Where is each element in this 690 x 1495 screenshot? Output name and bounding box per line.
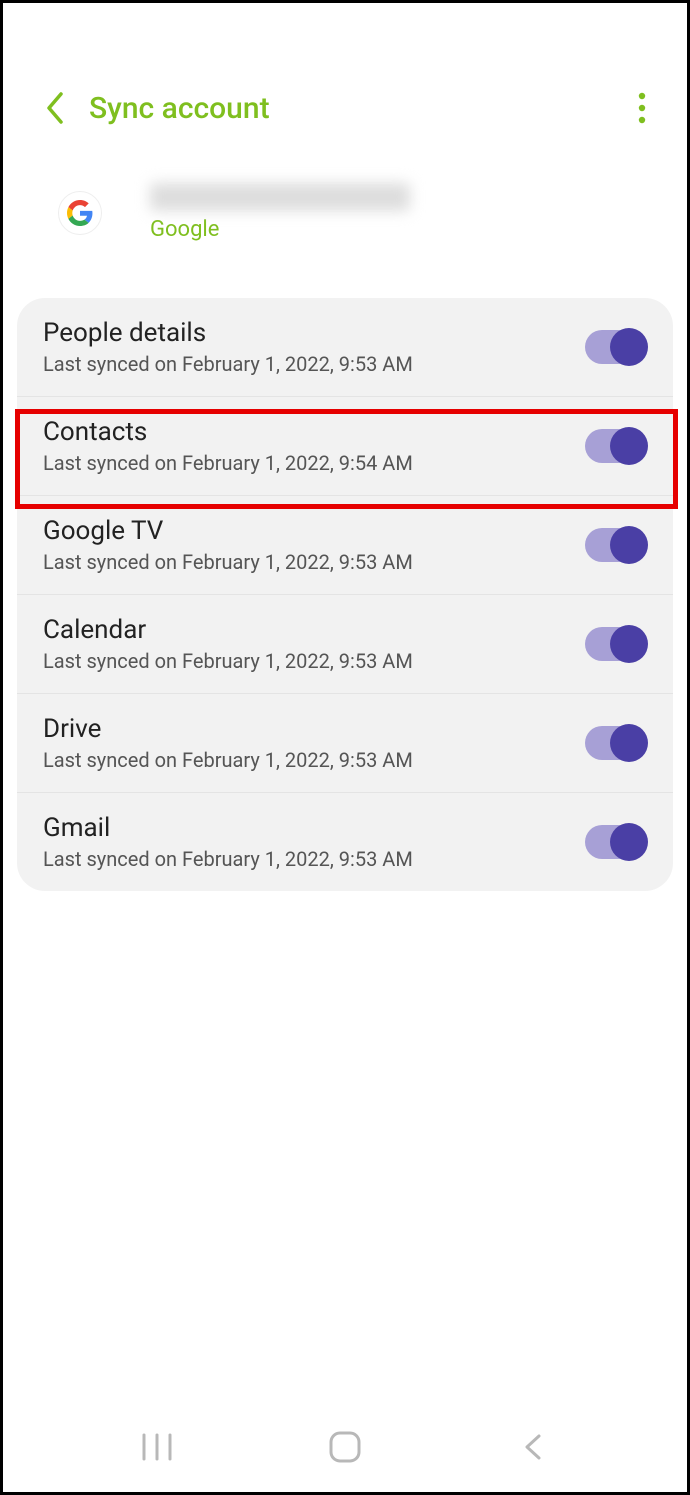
sync-item-google-tv[interactable]: Google TV Last synced on February 1, 202… [17, 496, 673, 595]
sync-item-title: Google TV [43, 516, 585, 546]
toggle-switch[interactable] [585, 429, 647, 463]
sync-item-gmail[interactable]: Gmail Last synced on February 1, 2022, 9… [17, 793, 673, 891]
sync-item-title: People details [43, 318, 585, 348]
sync-item-contacts[interactable]: Contacts Last synced on February 1, 2022… [17, 397, 673, 496]
google-logo-icon [58, 191, 102, 235]
sync-list: People details Last synced on February 1… [17, 298, 673, 891]
sync-item-sub: Last synced on February 1, 2022, 9:53 AM [43, 550, 585, 574]
toggle-switch[interactable] [585, 528, 647, 562]
sync-item-title: Drive [43, 714, 585, 744]
toggle-switch[interactable] [585, 330, 647, 364]
nav-back-icon[interactable] [503, 1422, 563, 1472]
toggle-switch[interactable] [585, 726, 647, 760]
sync-item-sub: Last synced on February 1, 2022, 9:53 AM [43, 748, 585, 772]
sync-item-sub: Last synced on February 1, 2022, 9:54 AM [43, 451, 585, 475]
account-provider: Google [150, 217, 410, 242]
sync-item-title: Calendar [43, 615, 585, 645]
sync-item-people-details[interactable]: People details Last synced on February 1… [17, 298, 673, 397]
sync-item-sub: Last synced on February 1, 2022, 9:53 AM [43, 649, 585, 673]
sync-item-title: Gmail [43, 813, 585, 843]
page-title: Sync account [89, 91, 627, 126]
back-icon[interactable] [43, 90, 65, 126]
sync-item-calendar[interactable]: Calendar Last synced on February 1, 2022… [17, 595, 673, 694]
header: Sync account [3, 3, 687, 143]
nav-home-icon[interactable] [315, 1422, 375, 1472]
toggle-switch[interactable] [585, 627, 647, 661]
sync-item-sub: Last synced on February 1, 2022, 9:53 AM [43, 847, 585, 871]
more-icon[interactable] [627, 90, 657, 126]
nav-recents-icon[interactable] [127, 1422, 187, 1472]
account-email-hidden [150, 183, 410, 211]
sync-item-sub: Last synced on February 1, 2022, 9:53 AM [43, 352, 585, 376]
sync-item-title: Contacts [43, 417, 585, 447]
navigation-bar [3, 1412, 687, 1492]
account-info: Google [150, 183, 410, 242]
account-section[interactable]: Google [3, 143, 687, 282]
sync-item-drive[interactable]: Drive Last synced on February 1, 2022, 9… [17, 694, 673, 793]
toggle-switch[interactable] [585, 825, 647, 859]
